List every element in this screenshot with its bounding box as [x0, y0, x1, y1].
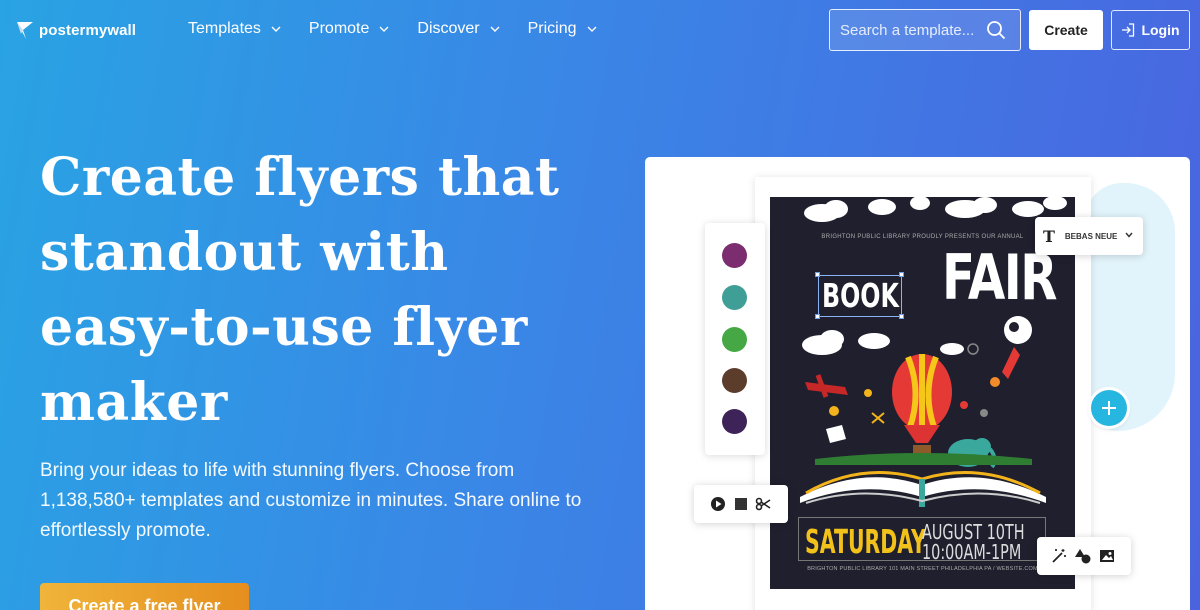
login-button[interactable]: Login	[1111, 10, 1190, 50]
template-search	[829, 9, 1021, 51]
stop-icon[interactable]	[733, 496, 749, 512]
font-name: BEBAS NEUE	[1064, 231, 1118, 241]
nav-item-promote[interactable]: Promote	[309, 20, 389, 38]
selection-handle[interactable]	[815, 314, 820, 319]
chevron-down-icon	[587, 26, 597, 32]
chevron-down-icon	[271, 26, 281, 32]
poster-date: AUGUST 10TH	[922, 520, 1025, 544]
nav-item-templates[interactable]: Templates	[188, 20, 281, 38]
nav-item-label: Pricing	[527, 20, 577, 37]
poster-intro-text: BRIGHTON PUBLIC LIBRARY PROUDLY PRESENTS…	[821, 234, 1024, 240]
play-icon[interactable]	[710, 496, 726, 512]
main-menu: Templates Promote Discover Pricing	[188, 20, 625, 38]
login-label: Login	[1141, 22, 1180, 38]
brand-logo[interactable]: postermywall	[16, 20, 136, 40]
color-swatch-5[interactable]	[722, 409, 747, 434]
color-swatch-2[interactable]	[722, 285, 747, 310]
chevron-down-icon	[379, 26, 389, 32]
brand-name: postermywall	[39, 21, 137, 39]
text-icon: T	[1043, 226, 1055, 246]
color-swatch-4[interactable]	[722, 368, 747, 393]
editor-preview: BRIGHTON PUBLIC LIBRARY PROUDLY PRESENTS…	[645, 157, 1190, 610]
selection-handle[interactable]	[815, 272, 820, 277]
design-tools	[1037, 537, 1131, 575]
chevron-down-icon	[490, 26, 500, 32]
nav-item-discover[interactable]: Discover	[417, 20, 500, 38]
hero-subtitle: Bring your ideas to life with stunning f…	[40, 460, 582, 541]
color-swatch-1[interactable]	[722, 243, 747, 268]
color-palette	[705, 223, 765, 455]
create-button[interactable]: Create	[1029, 10, 1103, 50]
create-free-flyer-button[interactable]: Create a free flyer	[40, 583, 249, 610]
media-controls	[694, 485, 788, 523]
search-icon[interactable]	[986, 20, 1006, 40]
image-icon[interactable]	[1099, 548, 1115, 564]
nav-item-label: Promote	[308, 20, 370, 37]
poster-date-time[interactable]: AUGUST 10TH 10:00AM-1PM	[922, 522, 1025, 562]
add-element-button[interactable]	[1091, 390, 1127, 426]
scissors-icon[interactable]	[755, 496, 771, 512]
search-input[interactable]	[830, 10, 985, 50]
selection-handle[interactable]	[899, 272, 904, 277]
plus-icon	[1102, 401, 1116, 415]
login-icon	[1122, 23, 1135, 37]
poster-word-book[interactable]: BOOK	[822, 277, 899, 315]
magic-wand-icon[interactable]	[1051, 548, 1067, 564]
nav-item-label: Templates	[188, 20, 261, 37]
hero-title: Create flyers that standout with easy-to…	[40, 147, 560, 433]
color-swatch-3[interactable]	[722, 327, 747, 352]
shapes-icon[interactable]	[1075, 548, 1091, 564]
chevron-down-icon	[1125, 232, 1133, 238]
poster-day[interactable]: SATURDAY	[805, 524, 926, 560]
nav-item-pricing[interactable]: Pricing	[528, 20, 597, 38]
selection-handle[interactable]	[899, 314, 904, 319]
font-picker[interactable]: T BEBAS NEUE	[1035, 217, 1143, 255]
poster-address: BRIGHTON PUBLIC LIBRARY 101 MAIN STREET …	[807, 566, 1038, 572]
logo-icon	[17, 22, 33, 39]
book-fair-poster: BRIGHTON PUBLIC LIBRARY PROUDLY PRESENTS…	[770, 197, 1075, 589]
poster-time: 10:00AM-1PM	[922, 540, 1022, 564]
nav-item-label: Discover	[417, 20, 480, 37]
top-navigation: postermywall Templates Promote Discover …	[0, 0, 1200, 60]
